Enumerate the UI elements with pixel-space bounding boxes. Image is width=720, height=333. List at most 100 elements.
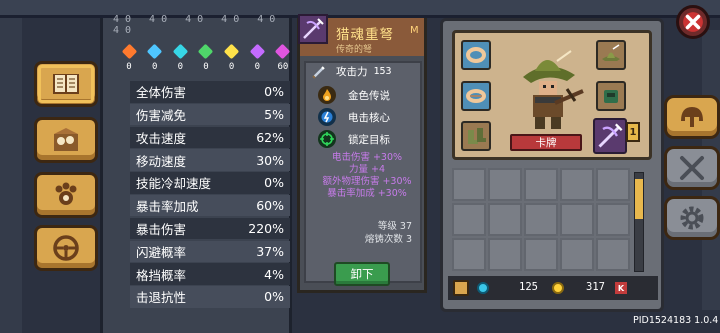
stat-value: 0% (264, 289, 284, 305)
inventory-scrollbar[interactable] (634, 172, 644, 272)
close-button[interactable] (676, 5, 710, 39)
stat-value: 220% (248, 221, 284, 237)
inventory-grid (452, 168, 632, 272)
gem-count: 0 (151, 62, 158, 72)
tab-weapons[interactable] (664, 146, 720, 190)
property-label: 电击核心 (348, 111, 390, 124)
attack-value: 153 (373, 66, 392, 77)
equip-slot-weapon[interactable] (593, 118, 627, 154)
property-row[interactable]: 锁定目标 (318, 130, 390, 148)
stat-label: 击退抗性 (136, 290, 187, 306)
fire-gem-icon (121, 43, 137, 60)
stat-value: 0% (264, 175, 284, 191)
unequip-button[interactable]: 卸下 (334, 262, 390, 286)
tab-character[interactable] (664, 95, 720, 139)
weapon-forge-count: 熔铸次数 3 (364, 234, 412, 245)
stat-label: 移动速度 (136, 153, 187, 169)
stat-row: 击退抗性 0% (130, 286, 290, 308)
crate-icon (54, 128, 78, 151)
stat-value: 60% (256, 198, 284, 214)
left-frame (0, 18, 22, 333)
inventory-slot[interactable] (452, 238, 486, 271)
gem-currency-value: 125 (519, 281, 538, 293)
property-label: 锁定目标 (348, 133, 390, 146)
lock-button[interactable] (453, 280, 469, 296)
inventory-slot[interactable] (560, 238, 594, 271)
stat-row: 暴击率加成 60% (130, 194, 290, 217)
tab-settings[interactable] (664, 196, 720, 240)
character-portrait (505, 45, 590, 135)
tab-materials[interactable] (34, 117, 98, 163)
stat-row: 全体伤害 0% (130, 81, 290, 103)
stat-list[interactable]: 全体伤害 0% 伤害减免 5% 攻击速度 62% 移动速度 30% 技能冷却速度 0% 暴击率加成 6… (130, 81, 290, 309)
weapon-card-icon (298, 14, 328, 44)
inventory-slot[interactable] (452, 168, 486, 201)
inventory-slot[interactable] (524, 203, 558, 236)
gold-gem-icon (275, 43, 291, 60)
top-frame (0, 0, 720, 18)
stat-value: 62% (256, 129, 284, 145)
gem-count: 0 (126, 62, 132, 72)
equip-slot-bracelet[interactable] (461, 81, 491, 111)
attack-label: 攻击力 (336, 66, 368, 78)
stat-row: 伤害减免 5% (130, 103, 290, 126)
stat-row: 暴击伤害 220% (130, 217, 290, 240)
stats-panel: 40 40 40 40 40 40 0 0 0 0 0 0 60 全体伤害 0% 伤害减免 5% 攻… (100, 14, 292, 333)
stat-label: 格挡概率 (136, 267, 187, 283)
tab-codex[interactable] (34, 61, 98, 107)
attack-row: 攻击力 153 (312, 64, 392, 79)
close-icon (683, 12, 703, 32)
bonus-line: 力量 +4 (348, 164, 386, 175)
inventory-slot[interactable] (524, 168, 558, 201)
inventory-slot[interactable] (488, 238, 522, 271)
equip-slot-ring[interactable] (461, 40, 491, 70)
gem-counter: 0 (223, 43, 240, 76)
scroll-thumb[interactable] (635, 179, 643, 219)
stat-value: 0% (264, 84, 284, 100)
gem-counter: 0 (146, 43, 163, 76)
flame-orb-icon (318, 86, 336, 104)
steering-wheel-icon (53, 235, 79, 261)
inventory-slot[interactable] (596, 238, 630, 271)
weapon-name: 猎魂重弩 (336, 27, 394, 43)
tab-skills[interactable] (34, 172, 98, 218)
inventory-slot[interactable] (596, 168, 630, 201)
gem-count: 60 (277, 62, 289, 72)
electric-orb-icon (318, 108, 336, 126)
weapon-level: 等级 37 (377, 221, 412, 232)
inventory-slot[interactable] (560, 203, 594, 236)
inventory-slot[interactable] (488, 168, 522, 201)
paw-icon (55, 182, 77, 205)
inventory-slot[interactable] (560, 168, 594, 201)
stat-row: 闪避概率 37% (130, 240, 290, 263)
crossbow-icon (303, 18, 324, 39)
stat-label: 暴击伤害 (136, 222, 187, 238)
crossed-weapons-icon (680, 156, 704, 180)
bonus-line: 额外物理伤害 +30% (322, 176, 412, 187)
equip-slot-boots[interactable] (461, 121, 491, 151)
stat-label: 攻击速度 (136, 130, 187, 146)
inventory-slot[interactable] (488, 203, 522, 236)
inventory-slot[interactable] (524, 238, 558, 271)
stat-label: 伤害减免 (136, 108, 187, 124)
gem-currency-icon (477, 282, 489, 294)
stat-label: 技能冷却速度 (136, 176, 212, 192)
stat-row: 移动速度 30% (130, 149, 290, 171)
property-row[interactable]: 金色传说 (318, 86, 390, 104)
crosshair-icon (318, 130, 336, 148)
sword-icon (312, 65, 325, 79)
inventory-slot[interactable] (452, 203, 486, 236)
property-row[interactable]: 电击核心 (318, 108, 390, 126)
stat-label: 全体伤害 (136, 85, 187, 101)
equip-slot-helmet[interactable] (596, 40, 626, 70)
gem-count: 0 (203, 62, 209, 72)
hat-icon (602, 44, 620, 61)
equip-level-badge[interactable]: 1 (626, 122, 640, 142)
inventory-slot[interactable] (596, 203, 630, 236)
tab-vehicle[interactable] (34, 225, 98, 271)
crossbow-icon (598, 123, 623, 148)
equip-slot-armor[interactable] (596, 81, 626, 111)
stat-value: 30% (256, 152, 284, 168)
gem-count: 0 (254, 62, 260, 72)
stat-row: 攻击速度 62% (130, 126, 290, 149)
